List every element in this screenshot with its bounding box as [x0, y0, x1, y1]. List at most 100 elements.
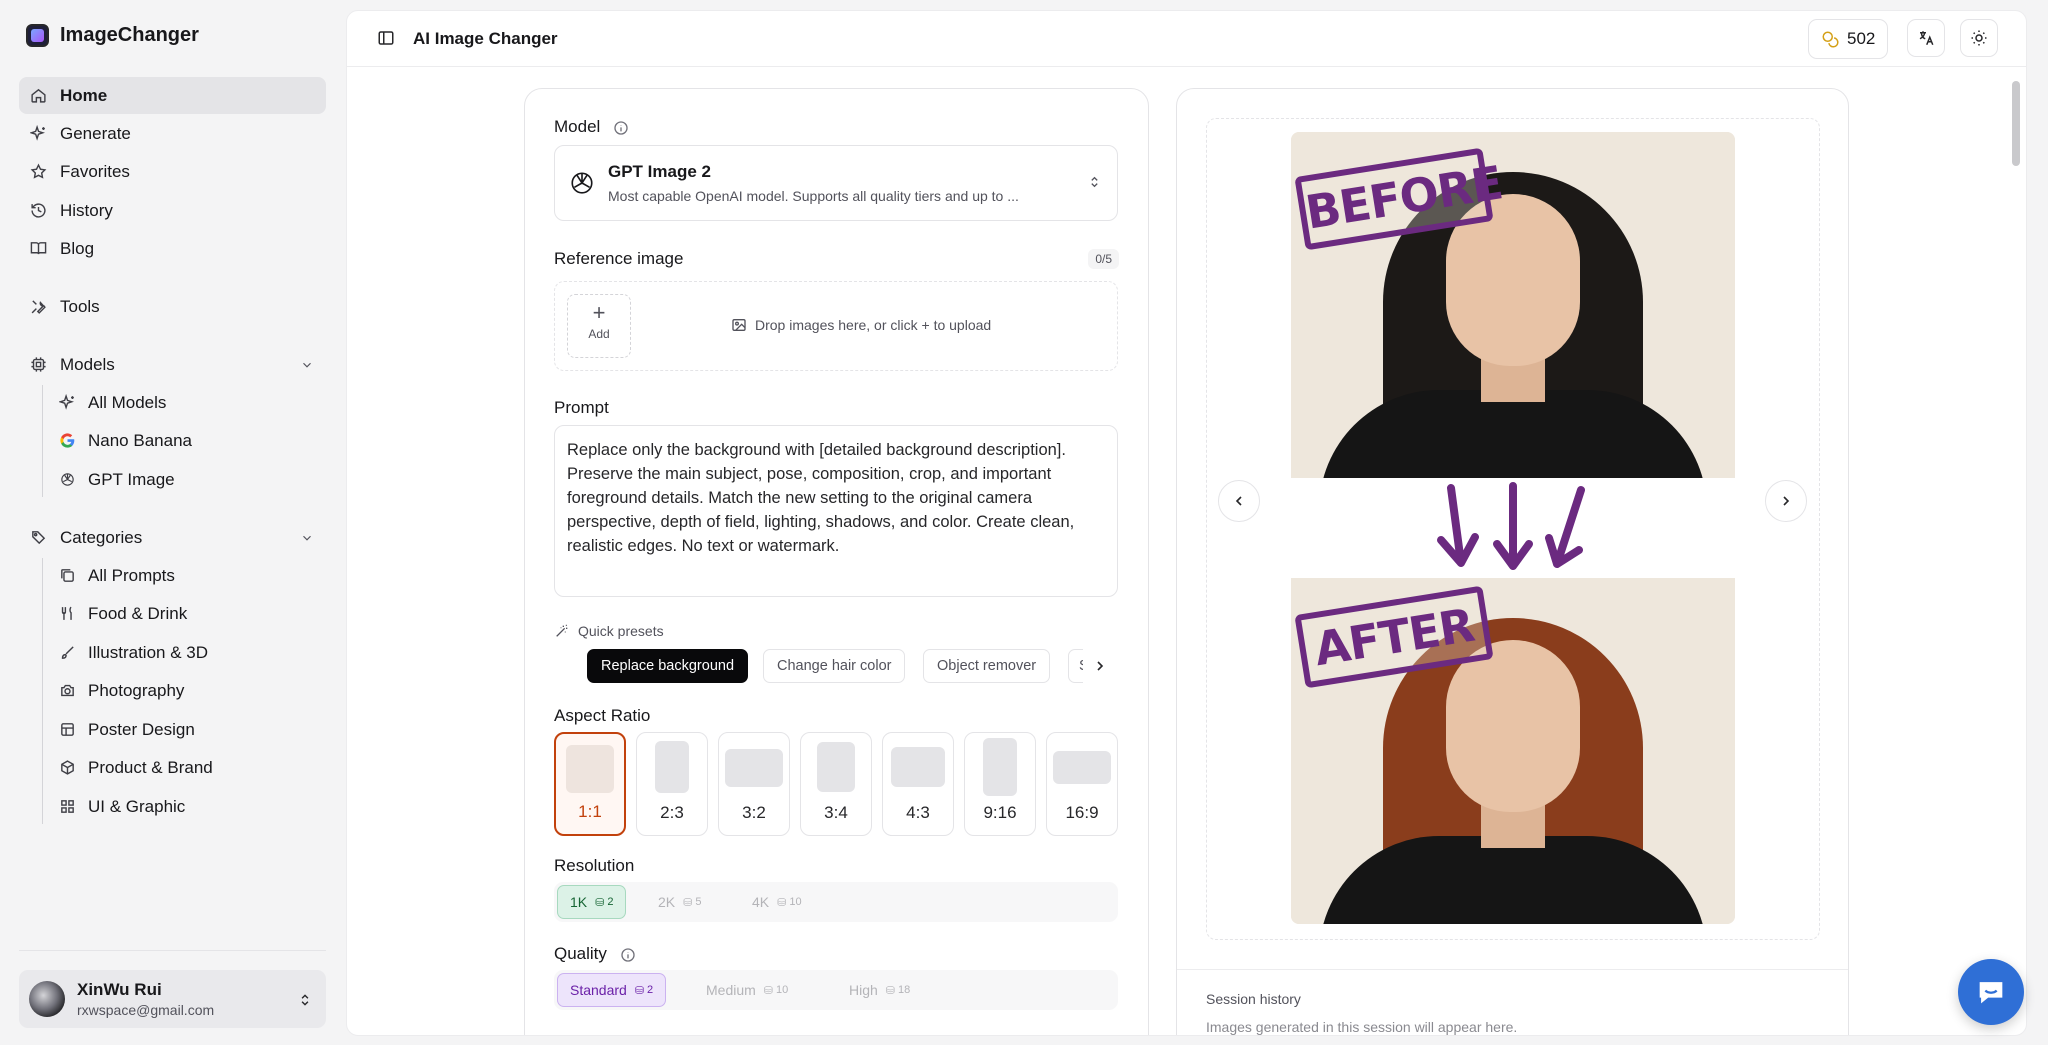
page-scrollbar[interactable]	[2012, 81, 2020, 166]
cost-badge: ⛁ 2	[634, 984, 654, 997]
preset-replace-background[interactable]: Replace background	[587, 649, 749, 683]
sidebar-item-home[interactable]: Home	[19, 77, 326, 114]
book-icon	[29, 240, 47, 258]
example-image: BEFORE AFTER	[1291, 132, 1735, 924]
sidebar-item-label: Generate	[60, 123, 131, 143]
ratio-16-9[interactable]: 16:9	[1046, 732, 1118, 836]
sidebar-item-label: Nano Banana	[88, 430, 192, 450]
ratio-label: 9:16	[983, 803, 1017, 822]
image-icon	[732, 319, 746, 331]
option-label: Medium	[706, 982, 756, 998]
avatar	[29, 981, 65, 1017]
model-name: GPT Image 2	[608, 162, 711, 181]
sidebar-item-label: Photography	[88, 680, 185, 700]
quality-medium[interactable]: Medium ⛁ 10	[694, 973, 800, 1007]
brand[interactable]: ImageChanger	[26, 24, 199, 47]
sidebar-item-all-prompts[interactable]: All Prompts	[42, 557, 328, 594]
sidebar: ImageChanger Home Generate Favorites His…	[0, 0, 346, 1045]
model-select[interactable]: GPT Image 2 Most capable OpenAI model. S…	[554, 145, 1118, 221]
preview-next-button[interactable]	[1765, 480, 1807, 522]
sidebar-item-label: History	[60, 200, 113, 220]
preset-object-remover[interactable]: Object remover	[923, 649, 1051, 683]
model-description: Most capable OpenAI model. Supports all …	[608, 188, 1019, 204]
sidebar-group-label: Categories	[60, 527, 143, 547]
info-icon[interactable]	[613, 120, 629, 136]
sidebar-item-product-brand[interactable]: Product & Brand	[42, 749, 328, 786]
camera-icon	[58, 682, 76, 700]
sidebar-item-all-models[interactable]: All Models	[42, 384, 328, 421]
chevron-updown-icon	[301, 994, 309, 1006]
sidebar-item-poster-design[interactable]: Poster Design	[42, 711, 328, 748]
resolution-2k[interactable]: 2K ⛁ 5	[646, 885, 713, 919]
sidebar-item-label: Tools	[60, 296, 100, 316]
model-label-row: Model	[554, 117, 629, 137]
tools-icon	[29, 298, 47, 316]
box-icon	[58, 759, 76, 777]
sparkles-icon	[58, 394, 76, 412]
info-icon[interactable]	[620, 947, 636, 963]
sidebar-item-nano-banana[interactable]: Nano Banana	[42, 422, 328, 459]
plus-icon: +	[592, 300, 606, 325]
ratio-label: 1:1	[578, 802, 602, 821]
ratio-4-3[interactable]: 4:3	[882, 732, 954, 836]
sidebar-item-generate[interactable]: Generate	[19, 115, 326, 152]
session-history-hint: Images generated in this session will ap…	[1206, 1019, 1518, 1035]
sidebar-group-models[interactable]: Models	[19, 346, 326, 383]
sidebar-group-categories[interactable]: Categories	[19, 519, 326, 556]
credits-badge[interactable]: 502	[1808, 19, 1889, 59]
quality-high[interactable]: High ⛁ 18	[837, 973, 922, 1007]
presets-scroll-right[interactable]	[1083, 649, 1117, 683]
sun-icon	[1971, 30, 1987, 46]
chevron-down-icon	[303, 535, 311, 541]
app-logo-icon	[26, 24, 49, 47]
reference-dropzone[interactable]: + Add Drop images here, or click + to up…	[554, 281, 1118, 371]
session-divider	[1177, 969, 1848, 970]
sidebar-item-ui-graphic[interactable]: UI & Graphic	[42, 788, 328, 825]
theme-toggle-button[interactable]	[1960, 19, 1998, 57]
sidebar-toggle-icon[interactable]	[377, 29, 395, 47]
prompt-textarea[interactable]: Replace only the background with [detail…	[554, 425, 1118, 597]
ratio-2-3[interactable]: 2:3	[636, 732, 708, 836]
user-email: rxwspace@gmail.com	[77, 1002, 215, 1018]
sidebar-item-photography[interactable]: Photography	[42, 672, 328, 709]
ratio-label: 3:2	[742, 803, 766, 822]
sidebar-item-label: Product & Brand	[88, 757, 213, 777]
openai-icon	[571, 172, 593, 194]
chat-support-button[interactable]	[1958, 959, 2024, 1025]
cost-badge: ⛁ 10	[763, 984, 789, 997]
option-label: 1K	[570, 894, 588, 910]
sidebar-item-blog[interactable]: Blog	[19, 230, 326, 267]
ratio-1-1[interactable]: 1:1	[554, 732, 626, 836]
sidebar-item-label: UI & Graphic	[88, 796, 186, 816]
sidebar-item-label: Food & Drink	[88, 603, 188, 623]
ratio-label: 2:3	[660, 803, 684, 822]
user-menu[interactable]: XinWu Rui rxwspace@gmail.com	[19, 970, 326, 1028]
app-window: ImageChanger Home Generate Favorites His…	[0, 0, 2048, 1045]
generation-form: Model GPT Image 2 Most capable OpenAI mo…	[524, 88, 1149, 1035]
sidebar-item-favorites[interactable]: Favorites	[19, 153, 326, 190]
ratio-9-16[interactable]: 9:16	[964, 732, 1036, 836]
sidebar-item-tools[interactable]: Tools	[19, 288, 326, 325]
ratio-3-4[interactable]: 3:4	[800, 732, 872, 836]
option-label: High	[849, 982, 878, 998]
sidebar-item-illustration-3d[interactable]: Illustration & 3D	[42, 634, 328, 671]
resolution-4k[interactable]: 4K ⛁ 10	[740, 885, 814, 919]
add-image-button[interactable]: + Add	[567, 294, 631, 358]
ratio-3-2[interactable]: 3:2	[718, 732, 790, 836]
top-bar: AI Image Changer 502	[347, 11, 2026, 67]
layout-icon	[58, 721, 76, 739]
chevron-left-icon	[1235, 496, 1242, 506]
option-label: Standard	[570, 982, 627, 998]
sidebar-item-gpt-image[interactable]: GPT Image	[42, 461, 328, 498]
reference-counter: 0/5	[1088, 249, 1119, 269]
sidebar-item-food-drink[interactable]: Food & Drink	[42, 595, 328, 632]
quality-standard[interactable]: Standard ⛁ 2	[557, 973, 667, 1007]
preview-prev-button[interactable]	[1218, 480, 1260, 522]
sidebar-item-history[interactable]: History	[19, 192, 326, 229]
preset-change-hair-color[interactable]: Change hair color	[763, 649, 906, 683]
resolution-1k[interactable]: 1K ⛁ 2	[557, 885, 627, 919]
history-icon	[29, 202, 47, 220]
quality-label: Quality	[554, 944, 607, 963]
sidebar-item-label: Home	[60, 85, 108, 105]
language-button[interactable]	[1907, 19, 1945, 57]
